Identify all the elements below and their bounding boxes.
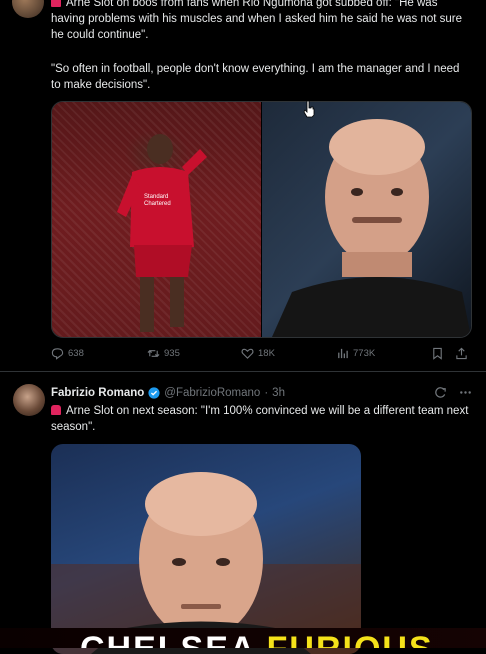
- reply-icon: [51, 348, 64, 360]
- player-figure: [117, 134, 207, 332]
- tweet-media[interactable]: Standard Chartered: [51, 101, 472, 338]
- author-handle[interactable]: @FabrizioRomano: [164, 385, 260, 401]
- verified-badge-icon: [148, 387, 160, 399]
- hand-cursor-icon: [303, 100, 315, 118]
- tweet-1[interactable]: Arne Slot on boos from fans when Rio Ngu…: [0, 0, 486, 370]
- manager-photo[interactable]: [262, 102, 471, 337]
- manager-figure: [272, 119, 471, 337]
- repost-button[interactable]: 935: [147, 347, 180, 360]
- sponsor-text: Standard Chartered: [144, 194, 171, 207]
- avatar[interactable]: [13, 384, 45, 416]
- bookmark-icon: [433, 347, 442, 360]
- views-icon: [338, 348, 348, 359]
- tweet-text: Arne Slot on boos from fans when Rio Ngu…: [51, 0, 471, 43]
- video-banner: CHELSEA FURIOUS: [0, 628, 486, 648]
- separator: ·: [264, 387, 269, 399]
- reply-button[interactable]: 638: [51, 347, 84, 360]
- share-button[interactable]: [455, 347, 468, 360]
- repost-icon: [147, 349, 160, 358]
- author-name[interactable]: Fabrizio Romano: [51, 385, 144, 401]
- tweet-header-actions: [434, 386, 472, 399]
- grok-icon[interactable]: [434, 386, 447, 399]
- siren-icon: [51, 405, 61, 415]
- heart-icon: [241, 348, 254, 359]
- avatar[interactable]: [12, 0, 44, 18]
- tweet-header: Fabrizio Romano @FabrizioRomano · 3h: [51, 385, 285, 401]
- banner-word-1: CHELSEA: [80, 630, 255, 648]
- tweet-2[interactable]: Fabrizio Romano @FabrizioRomano · 3h Arn…: [0, 372, 486, 654]
- manager-photo: [51, 472, 361, 654]
- banner-word-2: FURIOUS: [267, 630, 434, 648]
- siren-icon: [51, 0, 61, 7]
- share-icon: [456, 347, 467, 360]
- more-icon[interactable]: [459, 386, 472, 399]
- like-button[interactable]: 18K: [241, 347, 275, 360]
- tweet-text: Arne Slot on next season: "I'm 100% conv…: [51, 405, 469, 433]
- tweet-media[interactable]: [51, 444, 361, 654]
- views-button[interactable]: 773K: [336, 347, 375, 360]
- player-photo[interactable]: Standard Chartered: [52, 102, 261, 337]
- tweet-text-quote: "So often in football, people don't know…: [51, 63, 460, 91]
- bookmark-button[interactable]: [431, 347, 444, 360]
- tweet-actions: 638 935 18K 773K: [51, 347, 471, 363]
- timestamp[interactable]: 3h: [272, 385, 285, 401]
